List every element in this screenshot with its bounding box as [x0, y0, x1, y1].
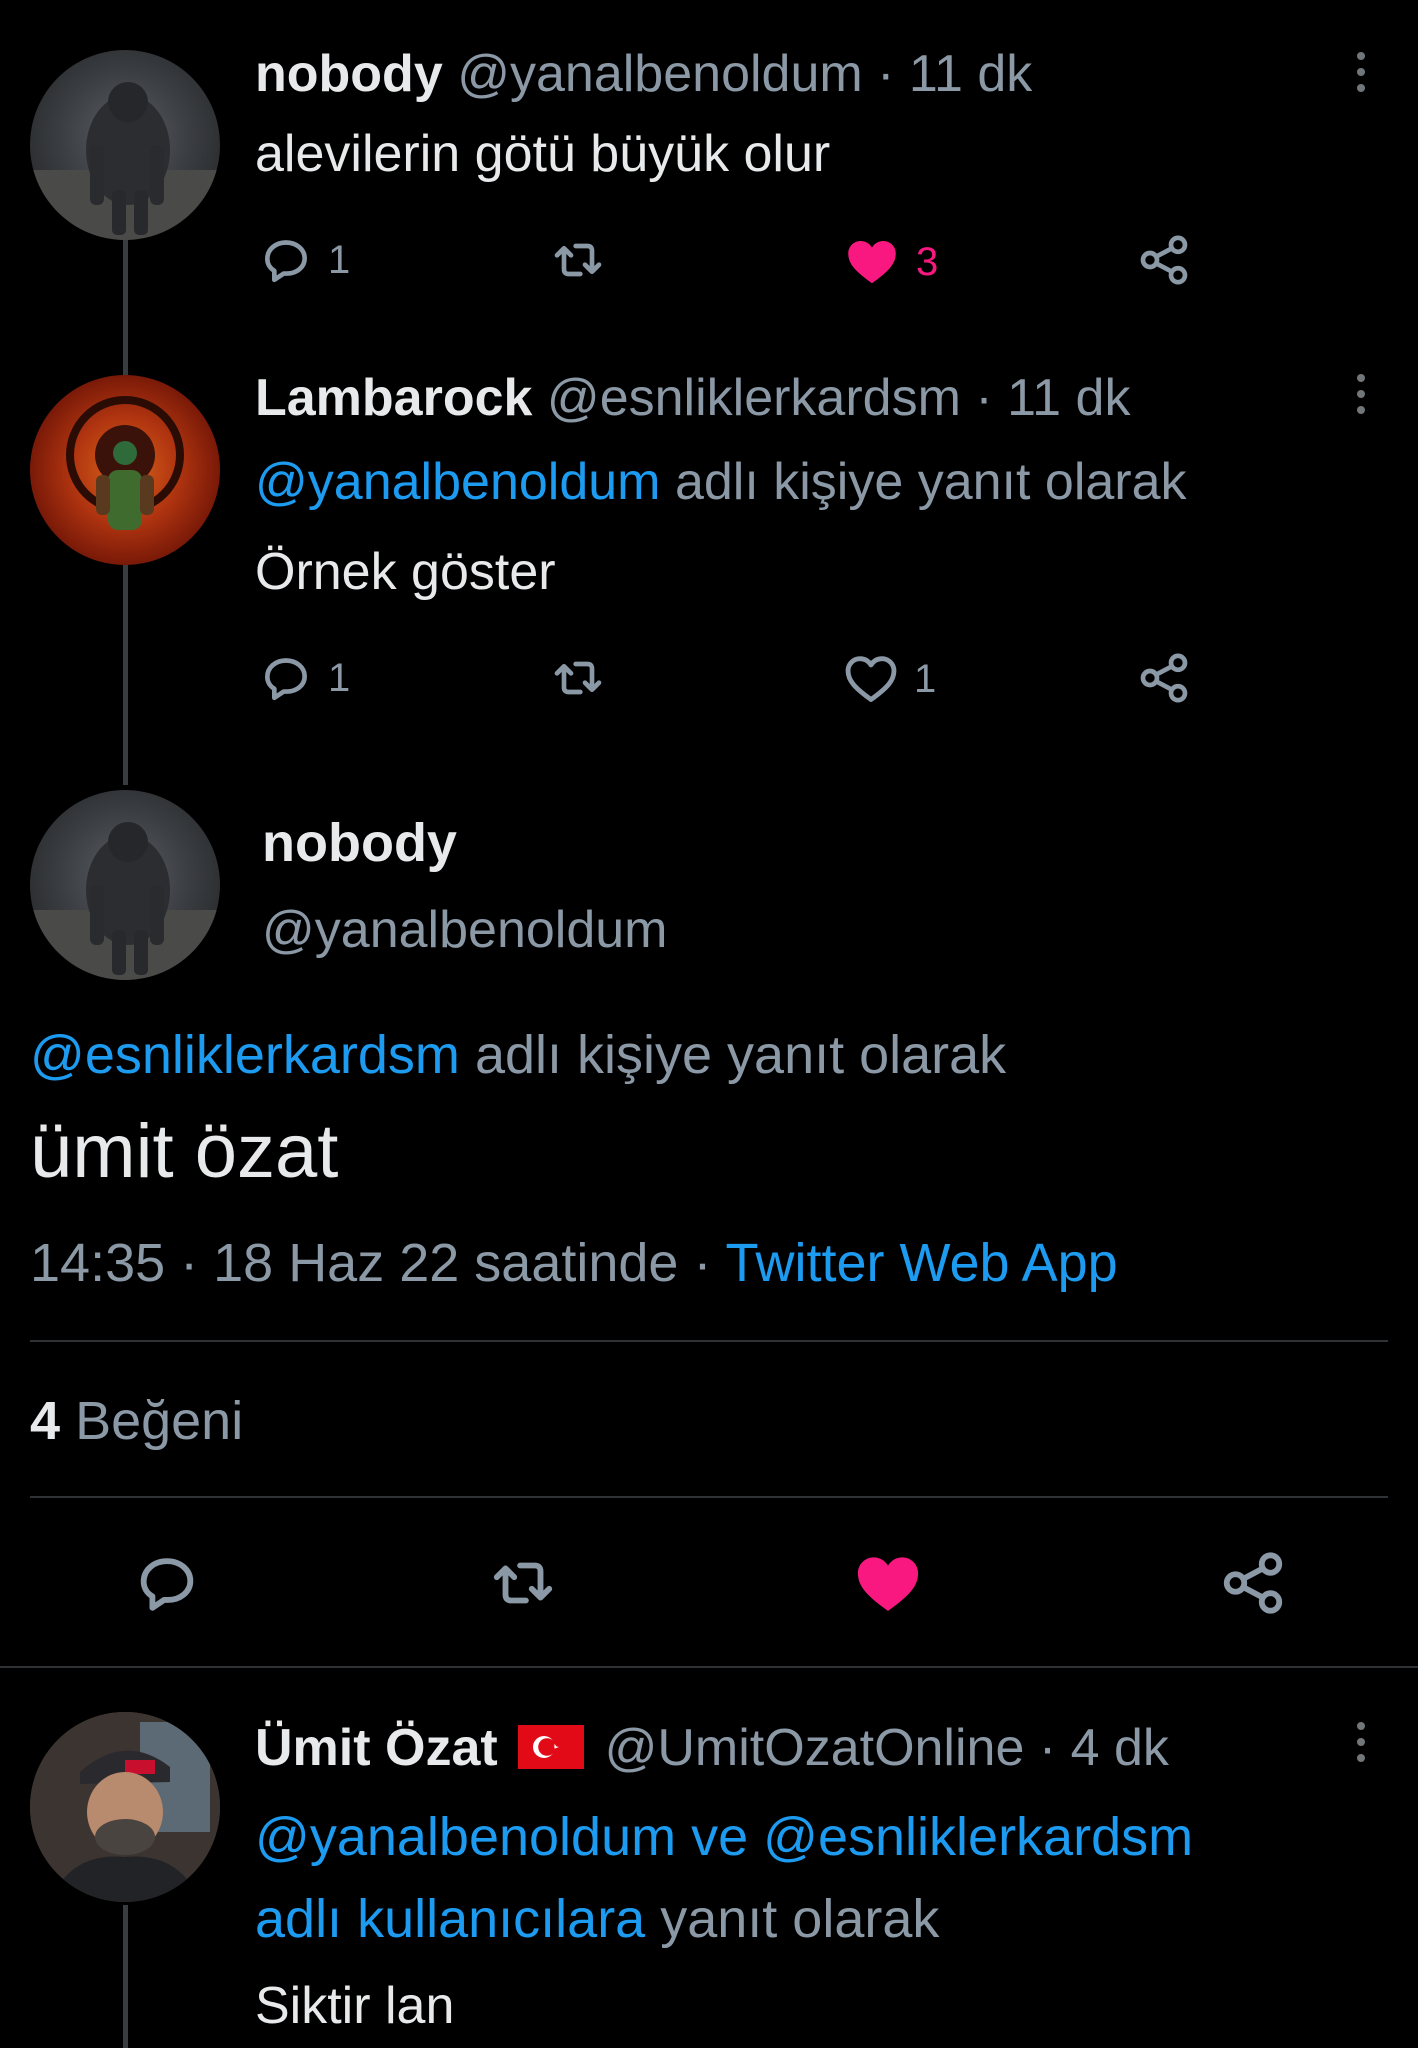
tweet-text: Örnek göster: [255, 543, 556, 601]
timestamp[interactable]: · 11 dk: [877, 45, 1032, 103]
more-icon[interactable]: [1356, 52, 1366, 92]
display-name[interactable]: nobody: [262, 812, 457, 874]
reply-button[interactable]: 1: [258, 650, 350, 706]
reply-button[interactable]: [132, 1548, 202, 1618]
heart-icon: [842, 232, 902, 292]
tweet-timestamp[interactable]: 14:35 · 18 Haz 22 saatinde ·: [30, 1233, 711, 1293]
display-name[interactable]: Lambarock: [255, 369, 532, 427]
reply-icon: [258, 232, 314, 288]
thread-line: [123, 235, 128, 375]
reply-icon: [132, 1548, 202, 1618]
divider: [0, 1666, 1418, 1668]
gorilla-image: [30, 822, 220, 980]
reply-mention-link[interactable]: @yanalbenoldum: [255, 453, 661, 511]
display-name[interactable]: Ümit Özat: [255, 1719, 498, 1777]
profile-photo: [30, 1712, 220, 1902]
like-count: 1: [914, 656, 937, 701]
thread-line: [123, 565, 128, 785]
likes-label: Beğeni: [75, 1391, 244, 1451]
retweet-icon: [488, 1548, 558, 1618]
avatar[interactable]: [30, 1712, 220, 1902]
likes-stat[interactable]: 4 Beğeni: [30, 1390, 243, 1452]
share-icon: [1136, 232, 1192, 288]
profile-image: [66, 396, 184, 530]
retweet-button[interactable]: [550, 232, 606, 288]
reply-count: 1: [328, 655, 351, 700]
reply-context: adlı kişiye yanıt olarak: [474, 1025, 1007, 1085]
reply-mention-link[interactable]: @esnliklerkardsm: [30, 1025, 460, 1085]
reply-icon: [258, 650, 314, 706]
source-link[interactable]: Twitter Web App: [725, 1233, 1117, 1293]
display-name[interactable]: nobody: [255, 45, 443, 103]
retweet-icon: [550, 650, 606, 706]
like-button[interactable]: 3: [842, 232, 938, 292]
divider: [30, 1496, 1388, 1498]
heart-icon: [842, 650, 900, 708]
reply-mention-link[interactable]: @esnliklerkardsm: [763, 1807, 1193, 1867]
share-button[interactable]: [1136, 650, 1192, 706]
reply-count: 1: [328, 237, 351, 282]
reply-context: yanıt olarak: [660, 1889, 940, 1949]
heart-icon: [850, 1546, 926, 1622]
reply-mention-link[interactable]: @yanalbenoldum: [255, 1807, 676, 1867]
timestamp[interactable]: · 11 dk: [975, 369, 1130, 427]
share-button[interactable]: [1136, 232, 1192, 288]
share-icon: [1136, 650, 1192, 706]
reply-mention-others[interactable]: adlı kullanıcılara: [255, 1889, 645, 1949]
gorilla-image: [30, 82, 220, 240]
timestamp[interactable]: · 4 dk: [1039, 1719, 1169, 1777]
like-button[interactable]: [850, 1546, 926, 1622]
more-icon[interactable]: [1356, 1722, 1366, 1762]
likes-count: 4: [30, 1391, 61, 1451]
handle[interactable]: @UmitOzatOnline: [605, 1719, 1025, 1777]
tweet-text: alevilerin götü büyük olur: [255, 125, 831, 183]
avatar[interactable]: [30, 50, 220, 240]
retweet-icon: [550, 232, 606, 288]
tweet-text: Siktir lan: [255, 1977, 455, 2035]
handle[interactable]: @yanalbenoldum: [457, 45, 863, 103]
share-button[interactable]: [1218, 1548, 1288, 1618]
thread-line: [123, 1905, 128, 2048]
like-count: 3: [916, 239, 939, 284]
handle[interactable]: @esnliklerkardsm: [547, 369, 961, 427]
reply-context: adlı kişiye yanıt olarak: [674, 453, 1187, 511]
tweet-text: ümit özat: [30, 1109, 339, 1194]
avatar[interactable]: [30, 790, 220, 980]
retweet-button[interactable]: [550, 650, 606, 706]
divider: [30, 1340, 1388, 1342]
more-icon[interactable]: [1356, 374, 1366, 414]
share-icon: [1218, 1548, 1288, 1618]
turkey-flag-icon: [518, 1725, 585, 1769]
avatar[interactable]: [30, 375, 220, 565]
reply-connector: ve: [691, 1807, 749, 1867]
handle[interactable]: @yanalbenoldum: [262, 900, 668, 960]
reply-button[interactable]: 1: [258, 232, 350, 288]
like-button[interactable]: 1: [842, 650, 936, 708]
retweet-button[interactable]: [488, 1548, 558, 1618]
